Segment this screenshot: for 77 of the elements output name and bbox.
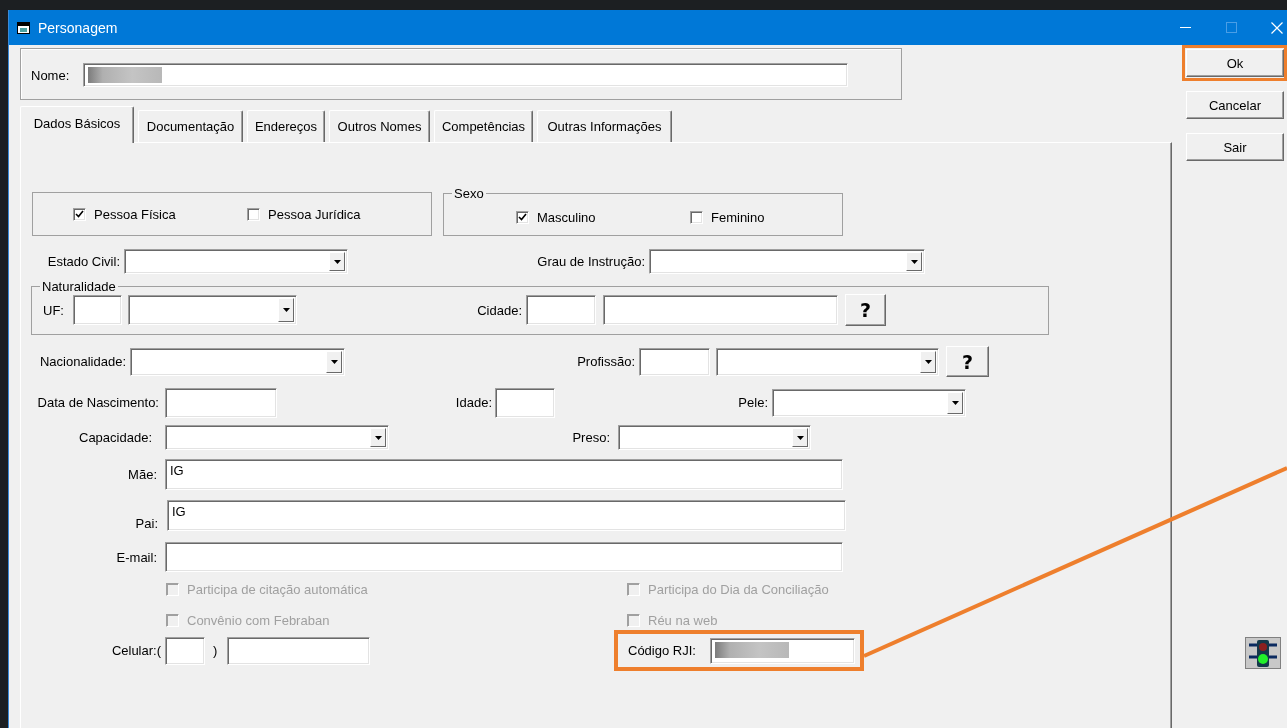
checkbox-label: Participa do Dia da Conciliação (648, 581, 829, 597)
caret-icon (924, 359, 932, 364)
dropdown[interactable] (716, 347, 939, 376)
checkbox-label: Participa de citação automática (187, 581, 368, 597)
field-label: Mãe: (127, 467, 157, 482)
help-button[interactable]: ? (946, 346, 989, 377)
checkbox-label: Pessoa Física (94, 206, 176, 222)
dialog-button[interactable]: Sair (1186, 133, 1284, 161)
tab[interactable]: Documentação (138, 110, 243, 142)
dropdown[interactable] (165, 425, 389, 450)
checkbox-label: Pessoa Jurídica (268, 206, 361, 222)
traffic-light-icon[interactable] (1245, 637, 1281, 669)
field-label: Nacionalidade: (39, 354, 126, 369)
checkbox[interactable] (73, 207, 86, 221)
text-field[interactable] (526, 295, 596, 325)
field-label: Profissão: (576, 354, 635, 369)
field-label: Idade: (454, 395, 492, 410)
caret-icon (330, 359, 338, 364)
caret-icon (910, 259, 918, 264)
dropdown[interactable] (618, 425, 811, 450)
tab[interactable]: Endereços (247, 110, 325, 142)
checkbox-label: Convênio com Febraban (187, 612, 330, 628)
field-label: E-mail: (115, 549, 157, 565)
checkbox[interactable] (247, 207, 260, 221)
text-field[interactable] (495, 387, 555, 418)
field-label: Preso: (571, 430, 610, 445)
minimize-icon[interactable] (1179, 27, 1191, 28)
field-label: Cidade: (476, 302, 522, 318)
field-label: Código RJI: (628, 643, 696, 658)
text-field[interactable] (73, 295, 122, 325)
field-label: Data de Nascimento: (36, 395, 159, 410)
dialog-button[interactable]: Ok (1186, 49, 1284, 77)
field-label: Pele: (737, 395, 768, 410)
field-label: Capacidade: (78, 430, 152, 445)
field-label: Celular:( (110, 643, 161, 658)
text-field[interactable]: IG (167, 500, 846, 531)
text-field[interactable] (639, 347, 710, 376)
window-icon (17, 21, 30, 34)
caret-icon (282, 308, 290, 312)
group-title: Sexo (453, 186, 485, 201)
tab[interactable]: Competências (434, 110, 533, 142)
window-title: Personagem (38, 19, 118, 36)
text-field[interactable] (710, 637, 855, 664)
text-field[interactable] (165, 542, 843, 572)
dropdown[interactable] (649, 249, 925, 274)
help-button[interactable]: ? (845, 294, 886, 326)
caret-icon (374, 435, 382, 440)
text-field[interactable] (165, 387, 277, 418)
dropdown[interactable] (772, 388, 966, 417)
text-field[interactable] (83, 63, 848, 87)
field-label: Grau de Instrução: (536, 254, 645, 269)
tab[interactable]: Outras Informações (537, 110, 672, 142)
field-label: Estado Civil: (46, 254, 120, 269)
tab[interactable]: Dados Básicos (20, 106, 134, 143)
field-label: Pai: (134, 516, 158, 531)
checkbox[interactable] (516, 210, 529, 224)
group-title: Naturalidade (41, 279, 117, 294)
checkbox-label: Masculino (537, 209, 596, 225)
checkbox-label: Feminino (711, 209, 765, 225)
dropdown[interactable] (130, 347, 345, 376)
dialog-button[interactable]: Cancelar (1186, 91, 1284, 119)
field-label: Nome: (31, 67, 71, 83)
text-field[interactable] (227, 636, 370, 665)
checkbox-label: Réu na web (648, 612, 718, 628)
checkbox[interactable] (690, 210, 703, 224)
caret-icon (796, 435, 804, 440)
dropdown[interactable] (128, 295, 297, 325)
text-field[interactable]: IG (165, 459, 843, 490)
close-icon[interactable] (1271, 21, 1283, 34)
tab[interactable]: Outros Nomes (329, 110, 430, 142)
caret-icon (951, 400, 959, 405)
field-label: UF: (43, 302, 65, 318)
text-field[interactable] (165, 636, 205, 665)
dropdown[interactable] (124, 249, 348, 274)
field-label: ) (213, 643, 219, 658)
caret-icon (333, 259, 341, 264)
text-field[interactable] (603, 295, 838, 325)
